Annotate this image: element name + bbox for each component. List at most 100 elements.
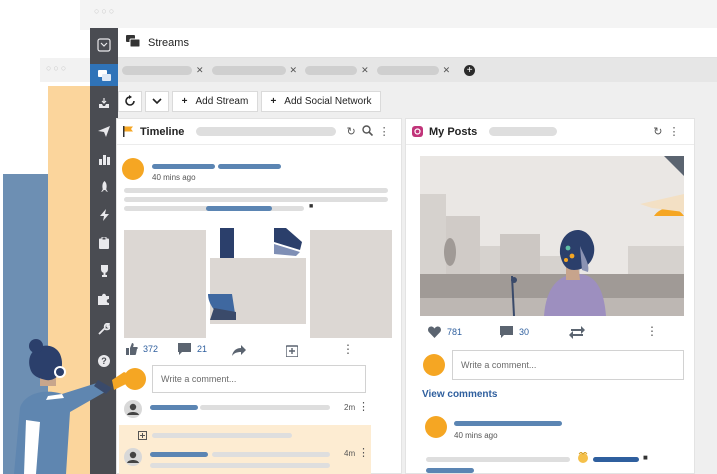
more-options-icon[interactable]: ⋮	[358, 400, 369, 413]
text-line	[124, 197, 388, 202]
refresh-button[interactable]	[118, 90, 142, 112]
refresh-icon[interactable]: ↻	[346, 125, 355, 138]
share-icon[interactable]	[232, 345, 246, 356]
text-line	[152, 433, 292, 438]
wrench-icon[interactable]	[90, 318, 118, 340]
dropdown-button[interactable]	[145, 90, 169, 112]
background-window	[80, 0, 717, 30]
comment-input[interactable]: Write a comment...	[152, 365, 366, 393]
stream-title: My Posts	[429, 125, 478, 138]
streams-icon	[126, 35, 141, 50]
comment-count: 30	[519, 327, 530, 337]
clipboard-icon[interactable]	[90, 232, 118, 254]
more-options-icon[interactable]: ⋮	[342, 342, 354, 356]
chevron-down-icon	[152, 97, 162, 104]
plus-icon: +	[270, 95, 277, 107]
rocket-icon[interactable]	[90, 176, 118, 198]
text-line	[426, 457, 570, 462]
close-icon[interactable]: ✕	[443, 65, 451, 76]
reply-timestamp: 4m	[344, 449, 356, 458]
post-timestamp: 40 mins ago	[454, 431, 498, 440]
camera-icon: ■	[643, 453, 648, 462]
lightning-icon[interactable]	[90, 204, 118, 226]
heart-icon	[428, 326, 441, 338]
post-image[interactable]	[420, 156, 684, 316]
close-icon[interactable]: ✕	[361, 65, 369, 76]
tab[interactable]: ✕	[376, 65, 451, 76]
trophy-icon[interactable]	[90, 260, 118, 282]
reply-text-bar	[150, 463, 330, 468]
like-count: 372	[143, 344, 159, 354]
post-timestamp: 40 mins ago	[152, 173, 196, 182]
tab[interactable]: ✕	[122, 65, 204, 76]
more-options-icon[interactable]: ⋮	[669, 125, 680, 138]
reply-text-bar	[200, 405, 330, 410]
post-image[interactable]	[124, 228, 392, 340]
instagram-icon	[412, 126, 423, 137]
like-button[interactable]: 781	[428, 326, 462, 338]
close-icon[interactable]: ✕	[196, 65, 204, 76]
add-stream-label: Add Stream	[195, 95, 249, 107]
comment-input[interactable]: Write a comment...	[452, 350, 684, 380]
close-icon[interactable]: ✕	[290, 65, 298, 76]
like-count: 781	[447, 327, 463, 337]
author-name-bar	[454, 421, 562, 426]
streams-icon[interactable]	[90, 64, 118, 86]
placeholder-bar	[489, 127, 558, 136]
tab[interactable]: ✕	[211, 65, 298, 76]
comment-icon	[178, 343, 191, 355]
repost-icon[interactable]	[569, 326, 585, 339]
text-line	[124, 188, 388, 193]
comment-button[interactable]: 21	[178, 343, 207, 355]
refresh-icon	[125, 95, 135, 106]
plus-icon: +	[181, 95, 188, 107]
comment-placeholder: Write a comment...	[161, 374, 237, 384]
author-handle-bar	[218, 164, 281, 169]
refresh-icon[interactable]: ↻	[653, 125, 662, 138]
window-dots: ○○○	[94, 6, 117, 16]
add-social-network-button[interactable]: + Add Social Network	[261, 90, 381, 112]
add-stream-button[interactable]: + Add Stream	[172, 90, 258, 112]
link-bar	[593, 457, 639, 462]
flag-icon	[123, 126, 133, 137]
search-icon[interactable]	[361, 124, 373, 139]
emoji-icon	[578, 452, 588, 463]
view-comments-link[interactable]: View comments	[422, 389, 497, 400]
placeholder-bar	[196, 127, 337, 136]
send-icon[interactable]	[90, 120, 118, 142]
reply-text-bar	[212, 452, 330, 457]
comment-icon	[500, 326, 513, 338]
more-options-icon[interactable]: ⋮	[646, 324, 658, 338]
avatar[interactable]	[122, 158, 144, 180]
toolbar: + Add Stream + Add Social Network	[118, 90, 717, 112]
link-bar	[426, 468, 474, 473]
person-illustration	[14, 339, 130, 474]
puzzle-icon[interactable]	[90, 288, 118, 310]
reply-author-bar	[150, 452, 208, 457]
stage: ○○○ ○○○ ? Streams ✕ ✕ ✕ ✕ + + Add Stream…	[0, 0, 717, 474]
camera-icon: ■	[309, 203, 314, 210]
comment-placeholder: Write a comment...	[461, 360, 537, 370]
window-dots: ○○○	[46, 63, 69, 73]
add-social-network-label: Add Social Network	[284, 95, 372, 107]
header-bar: Streams	[118, 28, 717, 58]
avatar	[423, 354, 445, 376]
inbox-icon[interactable]	[90, 92, 118, 114]
stream-header: Timeline ↻ ⋮	[117, 119, 401, 145]
add-tab-button[interactable]: +	[464, 64, 476, 76]
comment-button[interactable]: 30	[500, 326, 529, 338]
more-options-icon[interactable]: ⋮	[379, 125, 390, 138]
page-title: Streams	[148, 36, 189, 49]
comment-count: 21	[197, 344, 208, 354]
more-options-icon[interactable]: ⋮	[358, 446, 369, 459]
logo-icon[interactable]	[90, 34, 118, 56]
tab[interactable]: ✕	[305, 65, 369, 76]
analytics-icon[interactable]	[90, 148, 118, 170]
reply-timestamp: 2m	[344, 403, 356, 412]
avatar[interactable]	[425, 416, 447, 438]
link-bar	[206, 206, 272, 211]
stream-title: Timeline	[140, 125, 185, 138]
tab-bar: ✕ ✕ ✕ ✕ +	[118, 58, 717, 82]
stream-header: My Posts ↻ ⋮	[406, 119, 694, 145]
save-icon[interactable]	[286, 344, 298, 357]
